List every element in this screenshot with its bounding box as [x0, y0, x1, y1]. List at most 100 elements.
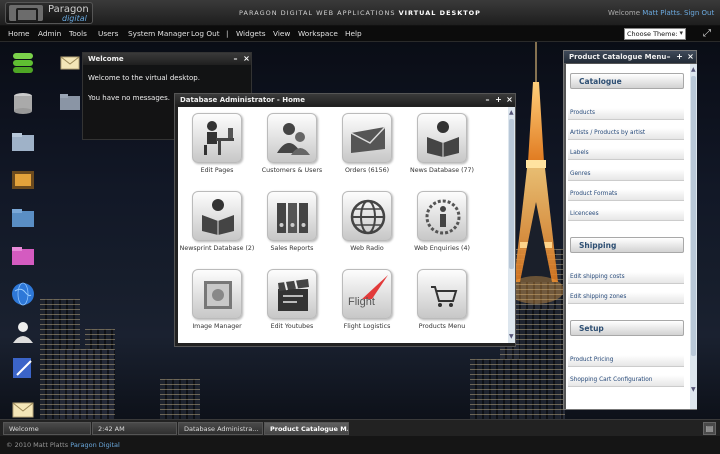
dba-scrollbar[interactable]: ▲ ▼	[508, 107, 515, 343]
menu-admin[interactable]: Admin	[38, 29, 61, 38]
copyright-brand[interactable]: Paragon Digital	[70, 441, 120, 449]
tile-label: Products Menu	[418, 323, 466, 330]
menu-view[interactable]: View	[273, 29, 290, 38]
globe-icon[interactable]	[9, 281, 37, 307]
scroll-up-icon[interactable]: ▲	[691, 66, 696, 73]
link-labels[interactable]: Labels	[568, 148, 684, 160]
user-icon[interactable]	[9, 319, 37, 345]
welcome-window-title[interactable]: Welcome	[83, 53, 251, 65]
info-icon	[425, 199, 461, 235]
database-grey-icon[interactable]	[9, 91, 37, 117]
globe-icon	[350, 199, 386, 235]
menu-system-manager[interactable]: System Manager	[128, 29, 190, 38]
no-messages-text: You have no messages.	[88, 94, 170, 102]
signout-link[interactable]: Sign Out	[684, 9, 714, 17]
dba-content: Edit Pages Customers & Users Orders (615…	[178, 107, 508, 343]
tile-label: Edit Pages	[200, 167, 234, 174]
section-shipping[interactable]: Shipping	[570, 237, 684, 253]
users-icon	[277, 123, 310, 155]
copyright-text: © 2010 Matt Platts	[6, 441, 69, 449]
maximize-icon[interactable]: +	[675, 52, 684, 61]
link-licencees[interactable]: Licencees	[568, 209, 684, 221]
minimize-icon[interactable]: –	[231, 54, 240, 63]
menu-bar: Home Admin Tools Users System Manager Lo…	[0, 26, 720, 42]
pink-folder-icon[interactable]	[9, 243, 37, 269]
taskbar-clock: 2:42 AM	[92, 422, 177, 435]
tile-label: News Database (77)	[410, 167, 474, 174]
close-icon[interactable]: ×	[686, 52, 695, 61]
tile-label: Orders (6156)	[344, 167, 390, 174]
menu-home[interactable]: Home	[8, 29, 30, 38]
tile-label: Customers & Users	[261, 167, 323, 174]
tile-label: Flight Logistics	[343, 323, 391, 330]
section-catalogue[interactable]: Catalogue	[570, 73, 684, 89]
link-product-pricing[interactable]: Product Pricing	[568, 355, 684, 367]
welcome-user: Welcome Matt Platts.	[608, 9, 682, 17]
show-desktop-icon[interactable]: ▤	[703, 422, 716, 435]
mail-icon[interactable]	[9, 397, 37, 419]
flight-logo-text: Flight	[348, 296, 375, 308]
scroll-down-icon[interactable]: ▼	[691, 386, 696, 393]
scroll-down-icon[interactable]: ▼	[509, 333, 514, 340]
close-icon[interactable]: ×	[242, 54, 251, 63]
taskbar: Welcome 2:42 AM Database Administra... P…	[0, 419, 720, 436]
catalogue-scrollbar[interactable]: ▲ ▼	[690, 64, 697, 409]
scroll-thumb[interactable]	[509, 119, 514, 269]
copyright: © 2010 Matt Platts Paragon Digital	[6, 441, 120, 449]
envelope-icon	[350, 126, 386, 153]
menu-widgets[interactable]: Widgets	[236, 29, 266, 38]
folder-blue-icon[interactable]	[9, 205, 37, 231]
paragon-logo[interactable]: Paragon digital	[5, 2, 93, 24]
app-title: PARAGON DIGITAL WEB APPLICATIONS VIRTUAL…	[190, 9, 530, 17]
link-shopping-cart-configuration[interactable]: Shopping Cart Configuration	[568, 375, 684, 387]
maximize-icon[interactable]: +	[494, 95, 503, 104]
menu-users[interactable]: Users	[98, 29, 118, 38]
link-genres[interactable]: Genres	[568, 169, 684, 181]
newsprint-icon	[202, 199, 234, 235]
section-setup[interactable]: Setup	[570, 320, 684, 336]
menu-workspace[interactable]: Workspace	[298, 29, 338, 38]
task-product-catalogue[interactable]: Product Catalogue M...	[264, 422, 349, 435]
logo-sub: digital	[62, 14, 87, 23]
theme-select[interactable]: Choose Theme:	[624, 28, 686, 40]
dba-window-title[interactable]: Database Administrator - Home	[175, 94, 515, 106]
link-edit-shipping-zones[interactable]: Edit shipping zones	[568, 292, 684, 304]
link-edit-shipping-costs[interactable]: Edit shipping costs	[568, 272, 684, 284]
menu-help[interactable]: Help	[345, 29, 362, 38]
menu-separator: |	[226, 29, 229, 38]
picture-frame-icon[interactable]	[9, 167, 37, 193]
minimize-icon[interactable]: –	[664, 52, 673, 61]
menu-tools[interactable]: Tools	[69, 29, 87, 38]
welcome-message: Welcome to the virtual desktop.	[88, 74, 200, 82]
scroll-up-icon[interactable]: ▲	[509, 109, 514, 116]
tile-label: Image Manager	[192, 323, 242, 330]
tile-label: Sales Reports	[270, 245, 314, 252]
menu-log-out[interactable]: Log Out	[191, 29, 220, 38]
reading-person-icon	[427, 121, 459, 157]
task-welcome[interactable]: Welcome	[3, 422, 91, 435]
tile-label: Newsprint Database (2)	[179, 245, 255, 252]
welcome-text: Welcome	[608, 9, 641, 17]
app-title-suffix: VIRTUAL DESKTOP	[398, 9, 481, 17]
binders-icon	[277, 203, 308, 233]
fullscreen-icon[interactable]: ⤢	[700, 28, 714, 40]
footer: © 2010 Matt Platts Paragon Digital	[0, 436, 720, 454]
tile-label: Edit Youtubes	[270, 323, 314, 330]
user-name[interactable]: Matt Platts.	[642, 9, 682, 17]
catalogue-content: Catalogue Products Artists / Products by…	[566, 64, 690, 409]
database-admin-window: Database Administrator - Home – + × Edit…	[174, 93, 516, 347]
product-catalogue-window: Product Catalogue Menu – + × Catalogue P…	[563, 50, 697, 410]
close-icon[interactable]: ×	[505, 95, 514, 104]
tile-label: Web Enquiries (4)	[414, 245, 470, 252]
scroll-thumb[interactable]	[691, 76, 696, 356]
mail-icon[interactable]	[60, 55, 80, 71]
task-database-administrator[interactable]: Database Administra...	[178, 422, 263, 435]
link-products[interactable]: Products	[568, 108, 684, 120]
link-artists[interactable]: Artists / Products by artist	[568, 128, 684, 140]
edit-doc-icon[interactable]	[9, 355, 37, 381]
folder-grey-icon[interactable]	[58, 92, 82, 112]
minimize-icon[interactable]: –	[483, 95, 492, 104]
database-green-icon[interactable]	[9, 51, 37, 77]
folder-icon[interactable]	[9, 129, 37, 155]
link-product-formats[interactable]: Product Formats	[568, 189, 684, 201]
